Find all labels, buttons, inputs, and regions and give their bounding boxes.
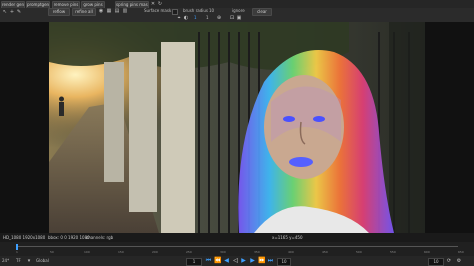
- viewer[interactable]: [0, 22, 474, 233]
- frame-field[interactable]: 1: [186, 258, 202, 266]
- mode-label[interactable]: TF: [16, 258, 21, 264]
- eye-icon[interactable]: ◉: [98, 8, 104, 14]
- toolbar-row-2: ↖ + ✎ reflow refine all ◉ ▦ ▤ ▥ Surface …: [0, 8, 474, 22]
- street-scene-image: [49, 22, 425, 233]
- settings-icon[interactable]: ⚙: [456, 258, 462, 264]
- zoom-value[interactable]: 1: [206, 15, 209, 21]
- pin-icon[interactable]: ⌖: [176, 15, 182, 21]
- brush-radius-label: brush radius: [183, 8, 208, 13]
- loop-icon[interactable]: ⟳: [446, 258, 452, 264]
- view-icon[interactable]: ▦: [106, 8, 112, 14]
- opacity-value[interactable]: 1: [194, 15, 197, 21]
- overlay-icon[interactable]: ▣: [236, 15, 242, 21]
- timeline-tick-label: 600: [424, 250, 430, 254]
- arrow-icon[interactable]: ↖: [2, 9, 8, 15]
- timeline-track[interactable]: [16, 246, 458, 247]
- step-forward-icon[interactable]: ▶: [249, 257, 256, 264]
- timeline-tick-label: 400: [288, 250, 294, 254]
- viewer-image: [49, 22, 425, 233]
- bbox-text: bbox: 0 0 1920 1080: [48, 235, 90, 240]
- step-back-icon[interactable]: ◀: [223, 257, 230, 264]
- play-back-icon[interactable]: ◁: [232, 257, 239, 264]
- toolbar-row-1: render gen promptgen remove pins grow pi…: [0, 0, 474, 9]
- cursor-readout: x=1165 y=450: [272, 235, 303, 240]
- brush-radius-value[interactable]: 10: [209, 8, 214, 14]
- channels-text: channels: rgb: [86, 235, 114, 240]
- timeline-tick-label: 100: [84, 250, 90, 254]
- layers-icon[interactable]: ▤: [114, 8, 120, 14]
- playback-controls: 24* TF ▾ Global 1 ⏮ ⏪ ◀ ◁ ▶ ▶ ⏩ ⏭ 10 10 …: [0, 256, 474, 266]
- reflow-button[interactable]: reflow: [48, 8, 70, 16]
- timeline-tick-label: 650: [458, 250, 464, 254]
- timeline-tick-label: 550: [390, 250, 396, 254]
- timeline-tick-label: 1: [16, 250, 18, 254]
- ignore-label: ignore: [232, 8, 245, 13]
- mask-icon[interactable]: ◐: [183, 15, 189, 21]
- refine-all-button[interactable]: refine all: [72, 8, 96, 16]
- zoom-icon[interactable]: ⊕: [216, 15, 222, 21]
- timeline-tick-label: 250: [186, 250, 192, 254]
- global-label[interactable]: Global: [36, 258, 49, 264]
- format-text: HD_1080 1920x1080: [3, 235, 46, 240]
- next-key-icon[interactable]: ⏩: [258, 257, 265, 264]
- timeline-tick-label: 450: [322, 250, 328, 254]
- prev-key-icon[interactable]: ⏪: [214, 257, 221, 264]
- skip-field[interactable]: 10: [277, 258, 291, 266]
- go-start-icon[interactable]: ⏮: [205, 257, 212, 264]
- refresh-icon[interactable]: ↻: [157, 1, 163, 7]
- brush-icon[interactable]: ✎: [16, 9, 22, 15]
- play-icon[interactable]: ▶: [240, 257, 247, 264]
- go-end-icon[interactable]: ⏭: [267, 257, 274, 264]
- timeline-tick-label: 500: [356, 250, 362, 254]
- timeline-tick-label: 300: [220, 250, 226, 254]
- timeline-tick-label: 200: [152, 250, 158, 254]
- timeline-tick-label: 50: [50, 250, 54, 254]
- info-bar: HD_1080 1920x1080 bbox: 0 0 1920 1080 ch…: [0, 233, 474, 242]
- dropdown-icon[interactable]: ▾: [26, 258, 32, 264]
- close-icon[interactable]: ✕: [150, 1, 156, 7]
- grid-icon[interactable]: ▥: [122, 8, 128, 14]
- fit-icon[interactable]: ⊡: [229, 15, 235, 21]
- timeline[interactable]: 1 50 100 150 200 250 300 350 400 450 500 550 600 650: [0, 242, 474, 256]
- surface-mask-label: Surface mask: [144, 8, 172, 13]
- clear-button[interactable]: clear: [252, 8, 272, 16]
- add-icon[interactable]: +: [9, 9, 15, 15]
- timeline-tick-label: 350: [254, 250, 260, 254]
- end-frame-field[interactable]: 10: [428, 258, 444, 266]
- timeline-tick-label: 150: [118, 250, 124, 254]
- fps-label[interactable]: 24*: [2, 258, 9, 264]
